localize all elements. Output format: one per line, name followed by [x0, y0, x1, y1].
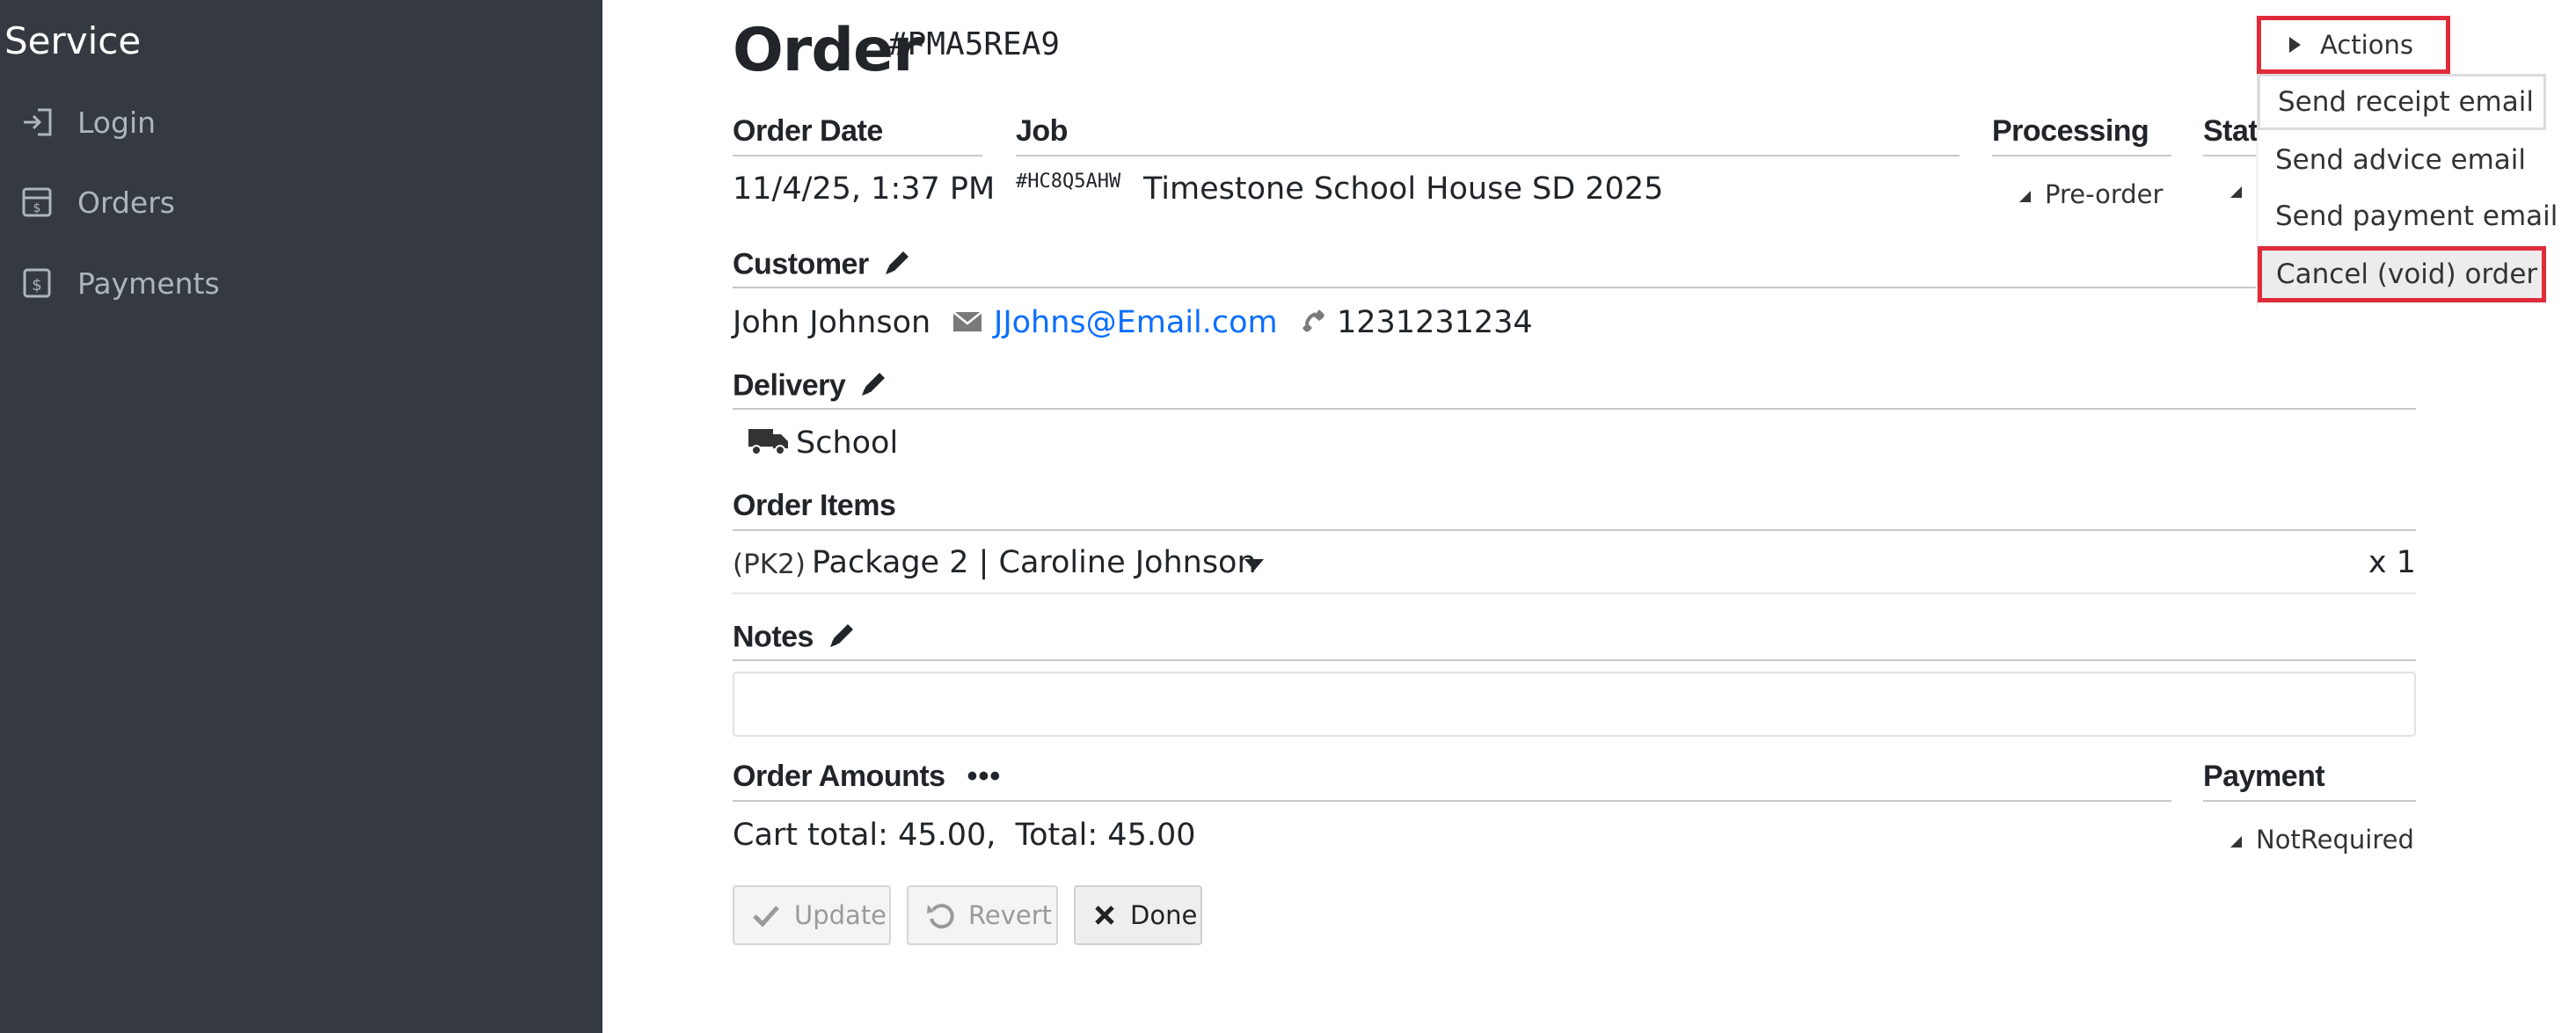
sidebar-item-payments[interactable]: $ Payments: [0, 252, 602, 314]
envelope-icon: [952, 309, 982, 338]
order-amounts-label: Order Amounts •••: [733, 760, 1001, 794]
notes-label-text: Notes: [733, 620, 814, 654]
svg-text:$: $: [33, 201, 41, 215]
delivery-value: School: [796, 426, 899, 461]
close-icon: [1095, 906, 1114, 925]
order-date-label: Order Date: [733, 114, 883, 148]
revert-button[interactable]: Revert: [907, 885, 1058, 945]
menu-item-cancel-void-order[interactable]: Cancel (void) order: [2258, 246, 2546, 302]
delivery-label: Delivery: [733, 367, 890, 407]
table-row[interactable]: (PK2) Package 2 | Caroline Johnson x 1: [733, 545, 2416, 591]
processing-value: Pre-order: [2045, 179, 2164, 209]
divider: [1016, 155, 1959, 156]
divider: [733, 659, 2416, 661]
order-items-label: Order Items: [733, 489, 896, 522]
more-icon[interactable]: •••: [967, 760, 1002, 793]
divider: [2203, 800, 2416, 802]
menu-item-send-payment-email[interactable]: Send payment email: [2258, 188, 2558, 244]
divider: [733, 529, 2416, 531]
pencil-icon[interactable]: [882, 246, 914, 286]
order-date-value: 11/4/25, 1:37 PM: [733, 171, 996, 207]
phone-icon: [1296, 306, 1326, 340]
actions-label: Actions: [2320, 30, 2413, 60]
menu-item-send-advice-email[interactable]: Send advice email: [2258, 132, 2546, 188]
customer-phone: 1231231234: [1337, 305, 1533, 340]
item-qty: x 1: [2368, 545, 2416, 580]
actions-menu: Send receipt email Send advice email Sen…: [2257, 74, 2558, 309]
item-code: (PK2): [733, 549, 806, 580]
payment-label: Payment: [2203, 760, 2325, 793]
play-icon: [2289, 37, 2301, 53]
status-label: Stat: [2203, 114, 2259, 148]
pencil-icon[interactable]: [827, 619, 858, 658]
actions-dropdown-button[interactable]: Actions: [2257, 16, 2450, 74]
processing-dropdown[interactable]: Pre-order: [2019, 179, 2163, 209]
order-amounts-label-text: Order Amounts: [733, 760, 945, 793]
divider: [733, 287, 2256, 288]
update-button-label: Update: [794, 900, 887, 930]
caret-icon: [2230, 186, 2242, 199]
caret-down-icon[interactable]: [1244, 559, 1264, 576]
done-button-label: Done: [1130, 900, 1198, 930]
customer-name: John Johnson: [733, 305, 931, 340]
sidebar-item-label: Orders: [77, 185, 175, 220]
revert-button-label: Revert: [968, 900, 1052, 930]
sidebar: Service Login $ Orders $ Payments: [0, 0, 602, 1033]
update-button[interactable]: Update: [733, 885, 891, 945]
item-name: Package 2 | Caroline Johnson: [812, 545, 1257, 580]
sidebar-item-label: Login: [77, 105, 157, 140]
menu-item-send-receipt-email[interactable]: Send receipt email: [2258, 74, 2546, 130]
divider: [1992, 155, 2171, 156]
customer-label: Customer: [733, 246, 914, 286]
box-icon: $: [19, 185, 55, 220]
divider: [733, 408, 2416, 410]
order-number: #PMA5REA9: [888, 26, 1061, 62]
delivery-label-text: Delivery: [733, 368, 846, 403]
customer-email-link[interactable]: JJohns@Email.com: [994, 305, 1278, 340]
sidebar-item-label: Payments: [77, 266, 220, 301]
done-button[interactable]: Done: [1074, 885, 1202, 945]
payment-dropdown[interactable]: NotRequired: [2230, 825, 2414, 855]
sidebar-item-orders[interactable]: $ Orders: [0, 171, 602, 233]
notes-label: Notes: [733, 619, 858, 658]
job-code: #HC8Q5AHW: [1016, 171, 1121, 193]
processing-label: Processing: [1992, 114, 2149, 148]
check-icon: [753, 906, 779, 928]
caret-icon: [2019, 190, 2031, 202]
divider: [733, 593, 2416, 594]
amounts-summary: Cart total: 45.00, Total: 45.00: [733, 818, 1196, 853]
divider: [733, 155, 982, 156]
divider: [733, 800, 2171, 802]
customer-label-text: Customer: [733, 247, 869, 281]
caret-icon: [2230, 835, 2242, 847]
notes-textarea[interactable]: [733, 672, 2416, 737]
job-label: Job: [1016, 114, 1068, 148]
undo-icon: [927, 904, 954, 929]
brand-title: Service: [4, 19, 142, 62]
pencil-icon[interactable]: [858, 367, 890, 407]
payment-value: NotRequired: [2256, 825, 2414, 855]
divider: [2203, 155, 2256, 156]
dollar-box-icon: $: [19, 266, 55, 301]
sidebar-item-login[interactable]: Login: [0, 91, 602, 153]
sign-in-icon: [19, 105, 55, 140]
status-dropdown[interactable]: [2230, 185, 2256, 200]
job-name: Timestone School House SD 2025: [1143, 171, 1664, 207]
truck-icon: [748, 426, 790, 462]
svg-text:$: $: [32, 276, 41, 295]
